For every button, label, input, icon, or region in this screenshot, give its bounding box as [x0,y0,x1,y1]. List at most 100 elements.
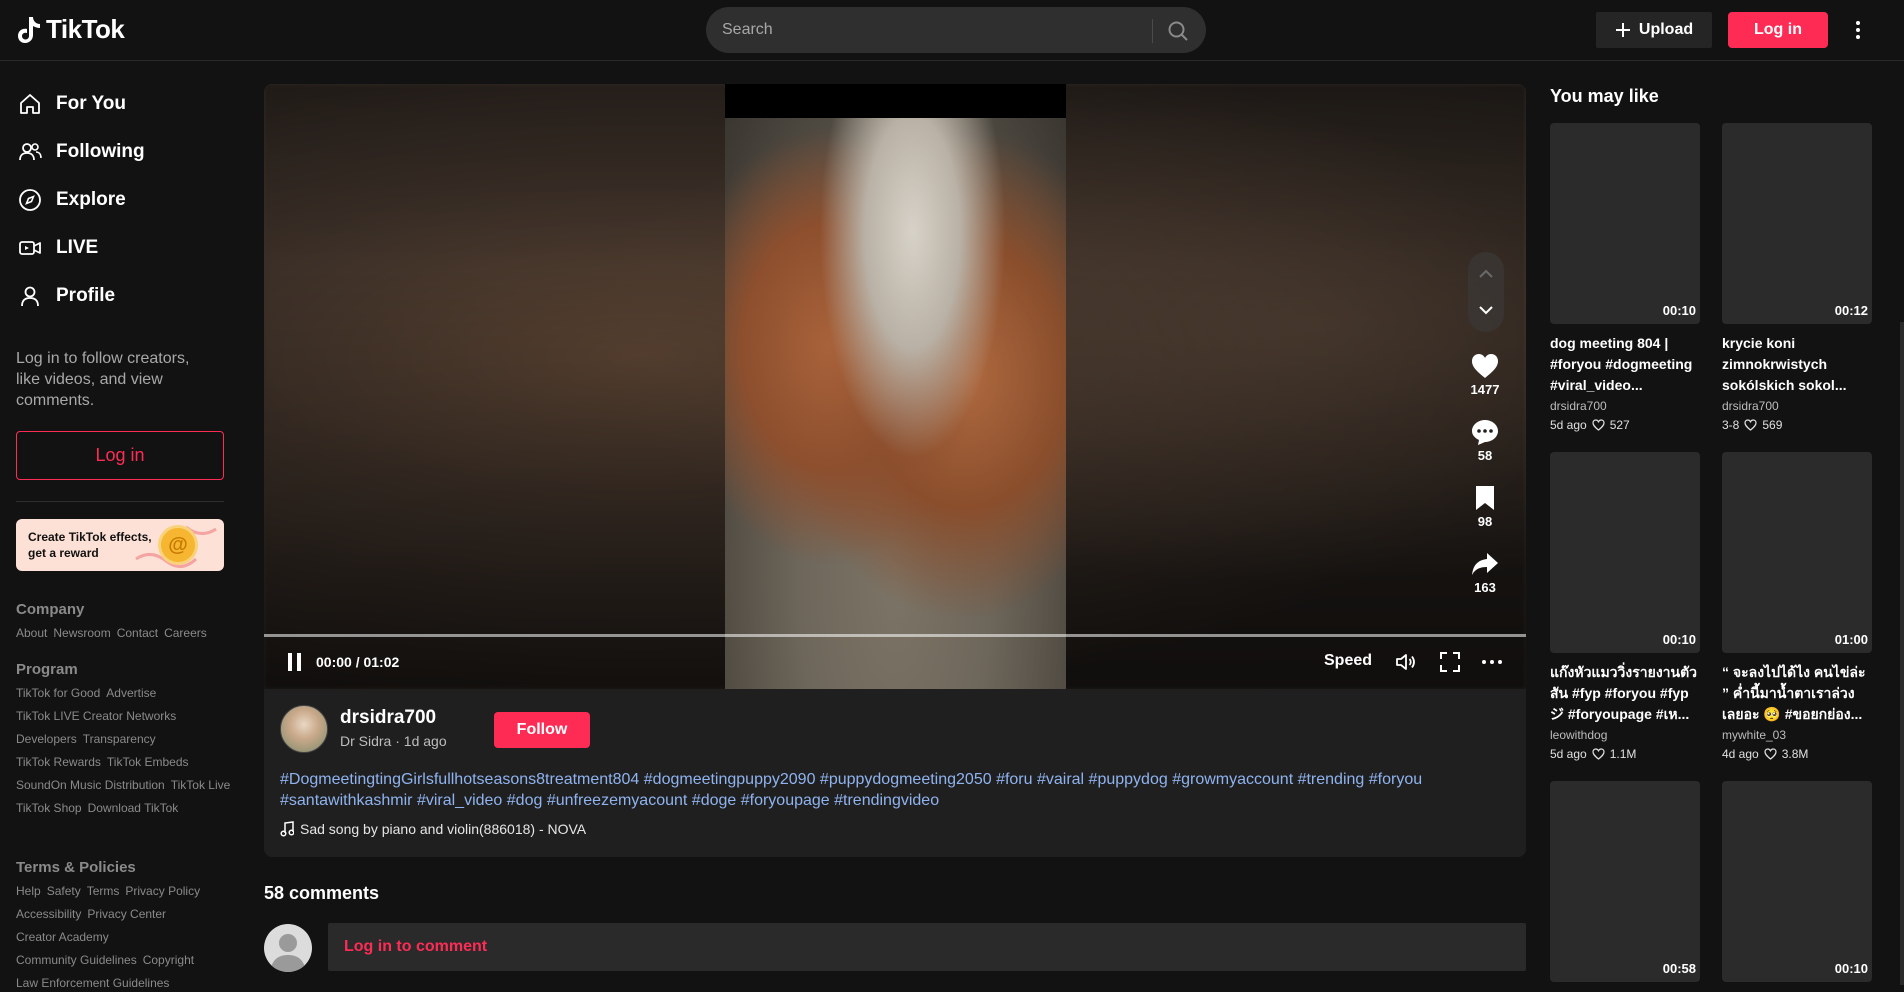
footer-link[interactable]: Help [16,883,41,900]
footer-link[interactable]: SoundOn Music Distribution [16,777,165,794]
footer-link[interactable]: Accessibility [16,906,81,923]
following-icon [16,138,44,166]
share-arrow-icon [1472,553,1498,575]
footer-link[interactable]: Advertise [106,685,156,702]
sidebar-login-button[interactable]: Log in [16,431,224,480]
video-player[interactable]: 00:00 / 01:02 Speed [264,84,1526,689]
left-sidebar: For You Following Explore LIVE Profile L… [0,61,240,990]
video-title[interactable]: dog meeting 804 | #foryou #dogmeeting #v… [1550,333,1700,396]
effects-banner[interactable]: Create TikTok effects, get a reward @ [16,519,224,571]
footer-link[interactable]: Developers [16,731,77,748]
upload-button[interactable]: Upload [1596,12,1712,48]
video-controls-bar: 00:00 / 01:02 Speed [264,637,1526,689]
video-likes: 527 [1609,418,1630,432]
search-input[interactable] [722,7,1142,53]
comment-login-box[interactable]: Log in to comment [328,923,1526,971]
share-count: 163 [1474,580,1496,595]
upload-label: Upload [1638,21,1694,38]
video-frame[interactable] [725,84,1066,689]
volume-icon[interactable] [1394,650,1418,674]
video-author[interactable]: drsidra700 [1722,399,1779,413]
nav-following[interactable]: Following [16,132,145,172]
video-duration: 00:10 [1662,303,1696,318]
nav-label: Following [56,141,145,162]
page-scrollbar[interactable] [1900,322,1904,985]
footer-link[interactable]: About [16,625,47,642]
footer-link[interactable]: TikTok Rewards [16,754,101,771]
video-likes: 3.8M [1781,747,1809,761]
creator-avatar[interactable] [280,705,328,753]
video-title[interactable]: “ จะลงไปได้ไง คนไข่ล่ะ ” ค่ำนี้มาน้ำตาเร… [1722,662,1872,725]
fullscreen-icon[interactable] [1438,650,1462,674]
video-duration: 01:00 [1834,632,1868,647]
footer-program-title: Program [16,661,78,678]
previous-video-button[interactable] [1474,262,1498,286]
footer-link[interactable]: Download TikTok [88,800,179,817]
next-video-button[interactable] [1474,298,1498,322]
video-thumbnail[interactable]: 00:10 [1550,452,1700,653]
footer-link[interactable]: Privacy Policy [125,883,200,900]
tiktok-note-icon [18,16,40,43]
nav-for-you[interactable]: For You [16,84,126,124]
footer-link[interactable]: Safety [47,883,81,900]
creator-subline: Dr Sidra · 1d ago [340,733,447,749]
footer-link[interactable]: TikTok for Good [16,685,100,702]
speed-button[interactable]: Speed [1324,652,1372,670]
footer-link[interactable]: Copyright [143,952,194,969]
reward-coin-icon: @ [158,525,198,565]
video-duration: 00:10 [1662,632,1696,647]
video-more-icon[interactable] [1480,650,1504,674]
nav-profile[interactable]: Profile [16,276,115,316]
video-meta: 4d ago 3.8M [1722,747,1808,761]
video-title[interactable]: krycie koni zimnokrwistych sokólskich so… [1722,333,1872,396]
footer-link[interactable]: Careers [164,625,207,642]
tiktok-logo[interactable]: TikTok [16,14,125,45]
footer-company-links: About Newsroom Contact Careers [16,625,231,642]
footer-link[interactable]: Terms [87,883,120,900]
pause-button[interactable] [284,651,306,673]
header-login-button[interactable]: Log in [1728,12,1828,48]
video-date: 4d ago [1722,747,1759,761]
share-action[interactable]: 163 [1460,550,1510,595]
heart-outline-icon [1592,419,1605,431]
footer-link[interactable]: Transparency [83,731,156,748]
footer-link[interactable]: Creator Academy [16,929,109,946]
footer-link[interactable]: TikTok Live [171,777,231,794]
more-options-button[interactable] [1846,16,1870,44]
default-user-icon [270,934,306,972]
footer-link[interactable]: TikTok Embeds [107,754,189,771]
video-thumbnail[interactable]: 00:58 [1550,781,1700,982]
footer-link[interactable]: TikTok LIVE Creator Networks [16,708,176,725]
like-action[interactable]: 1477 [1460,352,1510,397]
creator-username[interactable]: drsidra700 [340,707,436,729]
footer-link[interactable]: Newsroom [53,625,110,642]
nav-explore[interactable]: Explore [16,180,126,220]
video-likes: 569 [1762,418,1783,432]
footer-link[interactable]: Privacy Center [87,906,166,923]
comment-login-prompt[interactable]: Log in to comment [344,938,487,956]
video-title[interactable]: แก๊งหัวแมววิ่งรายงานตัว สัน #fyp #foryou… [1550,662,1700,725]
video-author[interactable]: mywhite_03 [1722,728,1786,742]
nav-live[interactable]: LIVE [16,228,98,268]
top-header: TikTok Upload Log in [0,0,1904,61]
music-line[interactable]: Sad song by piano and violin(886018) - N… [280,821,586,837]
video-thumbnail[interactable]: 00:10 [1722,781,1872,982]
search-button[interactable] [1164,17,1192,45]
video-content [725,118,1066,689]
video-thumbnail[interactable]: 01:00 [1722,452,1872,653]
video-author[interactable]: leowithdog [1550,728,1607,742]
save-action[interactable]: 98 [1460,484,1510,529]
video-author[interactable]: drsidra700 [1550,399,1607,413]
video-date: 5d ago [1550,418,1587,432]
video-description[interactable]: #DogmeetingtingGirlsfullhotseasons8treat… [280,769,1500,811]
footer-link[interactable]: Contact [117,625,158,642]
video-thumbnail[interactable]: 00:10 [1550,123,1700,324]
video-thumbnail[interactable]: 00:12 [1722,123,1872,324]
footer-link[interactable]: Community Guidelines [16,952,137,969]
music-title: Sad song by piano and violin(886018) - N… [300,821,587,837]
follow-button[interactable]: Follow [494,712,590,748]
video-duration: 00:12 [1834,303,1868,318]
comment-action[interactable]: 58 [1460,418,1510,463]
footer-link[interactable]: TikTok Shop [16,800,82,817]
footer-link[interactable]: Law Enforcement Guidelines [16,975,169,992]
